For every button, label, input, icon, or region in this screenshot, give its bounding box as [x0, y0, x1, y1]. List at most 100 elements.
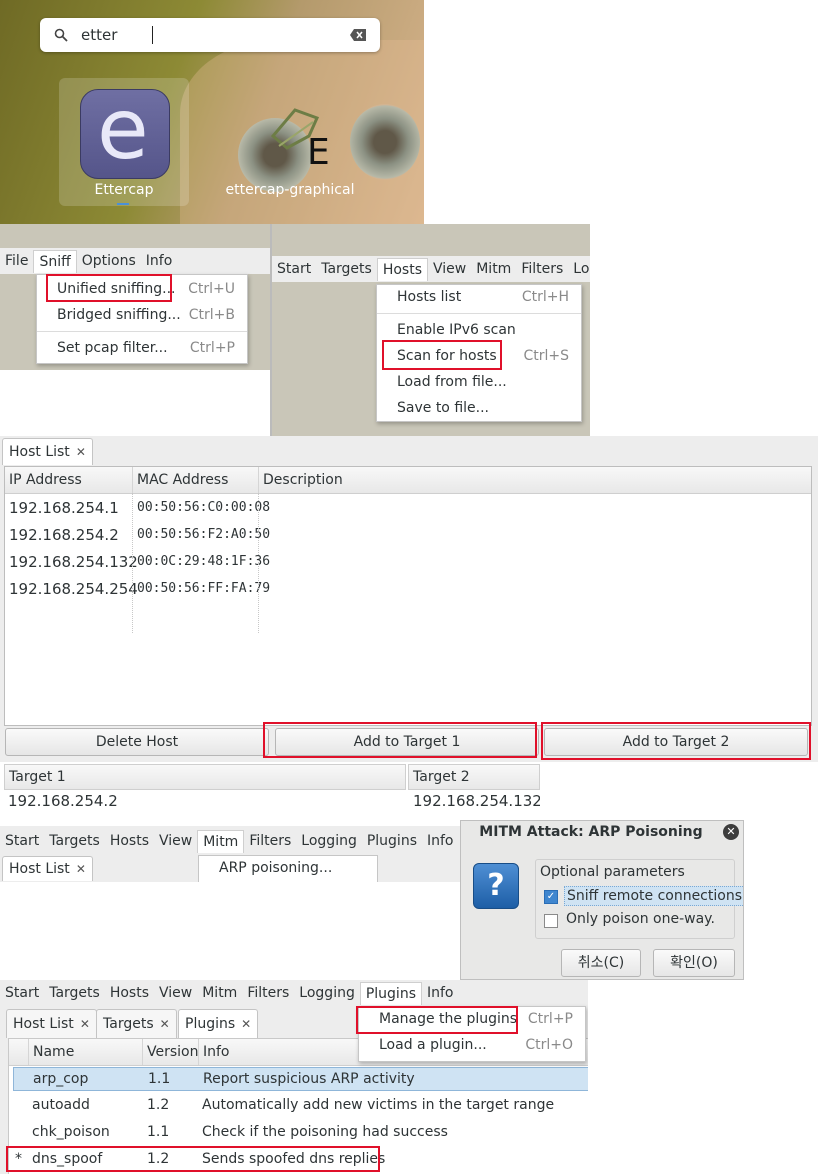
menu-filters[interactable]: Filters: [244, 830, 296, 852]
tab-host-list[interactable]: Host List ✕: [2, 856, 93, 881]
menu-mitm[interactable]: Mitm: [471, 258, 516, 280]
menu-mitm[interactable]: Mitm: [197, 982, 242, 1004]
close-icon[interactable]: ✕: [723, 824, 739, 840]
table-row[interactable]: 192.168.254.254 00:50:56:FF:FA:79: [5, 576, 811, 602]
close-icon[interactable]: ✕: [160, 1017, 170, 1031]
menu-start[interactable]: Start: [0, 830, 44, 852]
menu-logging[interactable]: Logging: [294, 982, 360, 1004]
arp-poisoning-dialog: MITM Attack: ARP Poisoning ✕ ? Optional …: [460, 820, 744, 980]
menu-targets[interactable]: Targets: [316, 258, 377, 280]
menu-item-scan-for-hosts[interactable]: Scan for hosts Ctrl+S: [377, 344, 581, 368]
close-icon[interactable]: ✕: [76, 445, 86, 459]
menu-filters[interactable]: Filters: [516, 258, 568, 280]
table-row-selected[interactable]: arp_cop 1.1 Report suspicious ARP activi…: [13, 1067, 588, 1091]
menu-view[interactable]: View: [154, 982, 197, 1004]
col-name[interactable]: Name: [29, 1039, 143, 1065]
close-icon[interactable]: ✕: [80, 1017, 90, 1031]
plugins-dropdown: Manage the plugins Ctrl+P Load a plugin..…: [358, 1006, 586, 1062]
delete-host-button[interactable]: Delete Host: [5, 728, 269, 756]
table-row[interactable]: * dns_spoof 1.2 Sends spoofed dns replie…: [13, 1148, 588, 1172]
tab-host-list[interactable]: Host List ✕: [6, 1009, 97, 1038]
tab-plugins[interactable]: Plugins ✕: [178, 1009, 259, 1038]
menu-filters[interactable]: Filters: [242, 982, 294, 1004]
menubar: Start Targets Hosts View Mitm Filters Lo…: [0, 828, 460, 854]
cancel-button[interactable]: 취소(C): [561, 949, 641, 977]
sniff-menu-panel: File Sniff Options Info Unified sniffing…: [0, 224, 270, 370]
menu-logging[interactable]: Logging: [296, 830, 362, 852]
menu-item-load-plugin[interactable]: Load a plugin... Ctrl+O: [359, 1033, 585, 1057]
dialog-title: MITM Attack: ARP Poisoning: [479, 824, 703, 840]
add-to-target2-button[interactable]: Add to Target 2: [544, 728, 808, 756]
checkbox-checked[interactable]: ✓: [544, 890, 558, 904]
table-row[interactable]: 192.168.254.1 00:50:56:C0:00:08: [5, 495, 811, 521]
target2-value[interactable]: 192.168.254.132: [413, 792, 540, 810]
close-icon[interactable]: ✕: [241, 1017, 251, 1031]
menu-targets[interactable]: Targets: [44, 982, 105, 1004]
col-mac[interactable]: MAC Address: [133, 467, 259, 493]
menu-view[interactable]: View: [428, 258, 471, 280]
column-divider: [258, 493, 259, 633]
menu-mitm[interactable]: Mitm: [197, 829, 245, 853]
checkbox-unchecked[interactable]: [544, 914, 558, 928]
menu-start[interactable]: Start: [272, 258, 316, 280]
plugins-panel: Start Targets Hosts View Mitm Filters Lo…: [0, 980, 588, 1174]
tab-targets[interactable]: Targets ✕: [96, 1009, 177, 1038]
menu-item-arp-poisoning[interactable]: ARP poisoning...: [199, 856, 377, 880]
column-divider: [132, 493, 133, 633]
ok-button[interactable]: 확인(O): [653, 949, 735, 977]
tab-host-list[interactable]: Host List ✕: [2, 438, 93, 465]
menu-item-manage-plugins[interactable]: Manage the plugins Ctrl+P: [359, 1007, 585, 1031]
search-input-text[interactable]: etter: [81, 26, 117, 44]
hosts-menu-panel: Start Targets Hosts View Mitm Filters Lo…: [270, 224, 590, 436]
col-ip[interactable]: IP Address: [5, 467, 133, 493]
app-tile-ettercap[interactable]: e Ettercap: [59, 78, 189, 206]
group-label: Optional parameters: [540, 864, 685, 880]
option-label: Only poison one-way.: [566, 911, 715, 927]
table-row[interactable]: autoadd 1.2 Automatically add new victim…: [13, 1094, 588, 1118]
menu-options[interactable]: Options: [77, 250, 141, 272]
table-row[interactable]: 192.168.254.132 00:0C:29:48:1F:36: [5, 549, 811, 575]
target1-header: Target 1: [4, 764, 406, 790]
table-row[interactable]: chk_poison 1.1 Check if the poisoning ha…: [13, 1121, 588, 1145]
mitm-dropdown: ARP poisoning...: [198, 855, 378, 882]
menu-hosts[interactable]: Hosts: [376, 257, 428, 281]
menu-sniff[interactable]: Sniff: [33, 249, 77, 273]
menu-hosts[interactable]: Hosts: [105, 830, 154, 852]
menu-item-hosts-list[interactable]: Hosts list Ctrl+H: [377, 285, 581, 309]
menu-info[interactable]: Info: [141, 250, 178, 272]
host-table: IP Address MAC Address Description 192.1…: [4, 466, 812, 726]
menu-file[interactable]: File: [0, 250, 33, 272]
col-version[interactable]: Version: [143, 1039, 199, 1065]
clear-icon[interactable]: [350, 29, 366, 41]
app-launcher-panel: etter e Ettercap E ettercap-graphical: [0, 0, 424, 224]
menu-hosts[interactable]: Hosts: [105, 982, 154, 1004]
menu-view[interactable]: View: [154, 830, 197, 852]
menu-item-set-pcap-filter[interactable]: Set pcap filter... Ctrl+P: [37, 336, 247, 360]
menu-item-enable-ipv6[interactable]: Enable IPv6 scan: [377, 318, 581, 342]
menu-plugins[interactable]: Plugins: [359, 981, 422, 1005]
menu-info[interactable]: Info: [422, 982, 459, 1004]
app-tile-ettercap-graphical[interactable]: E ettercap-graphical: [225, 78, 355, 206]
menu-item-load-from-file[interactable]: Load from file...: [377, 370, 581, 394]
menu-item-unified-sniffing[interactable]: Unified sniffing... Ctrl+U: [37, 277, 247, 301]
menubar: Start Targets Hosts View Mitm Filters Lo: [272, 256, 590, 282]
menu-start[interactable]: Start: [0, 982, 44, 1004]
close-icon[interactable]: ✕: [76, 862, 86, 876]
search-field[interactable]: etter: [40, 18, 380, 52]
target1-value[interactable]: 192.168.254.2: [8, 792, 118, 810]
menu-info[interactable]: Info: [422, 830, 459, 852]
menu-plugins[interactable]: Plugins: [362, 830, 422, 852]
sniff-remote-option[interactable]: ✓ Sniff remote connections.: [542, 886, 743, 908]
hosts-dropdown: Hosts list Ctrl+H Enable IPv6 scan Scan f…: [376, 284, 582, 422]
menu-targets[interactable]: Targets: [44, 830, 105, 852]
menu-item-save-to-file[interactable]: Save to file...: [377, 396, 581, 420]
table-row[interactable]: 192.168.254.2 00:50:56:F2:A0:50: [5, 522, 811, 548]
menu-logging[interactable]: Lo: [568, 258, 590, 280]
col-mark: [9, 1039, 29, 1065]
col-description[interactable]: Description: [259, 467, 811, 493]
add-to-target1-button[interactable]: Add to Target 1: [275, 728, 539, 756]
running-indicator: [117, 203, 129, 205]
poison-one-way-option[interactable]: Only poison one-way.: [542, 910, 732, 932]
mitm-menu-panel: Start Targets Hosts View Mitm Filters Lo…: [0, 826, 460, 882]
menu-item-bridged-sniffing[interactable]: Bridged sniffing... Ctrl+B: [37, 303, 247, 327]
